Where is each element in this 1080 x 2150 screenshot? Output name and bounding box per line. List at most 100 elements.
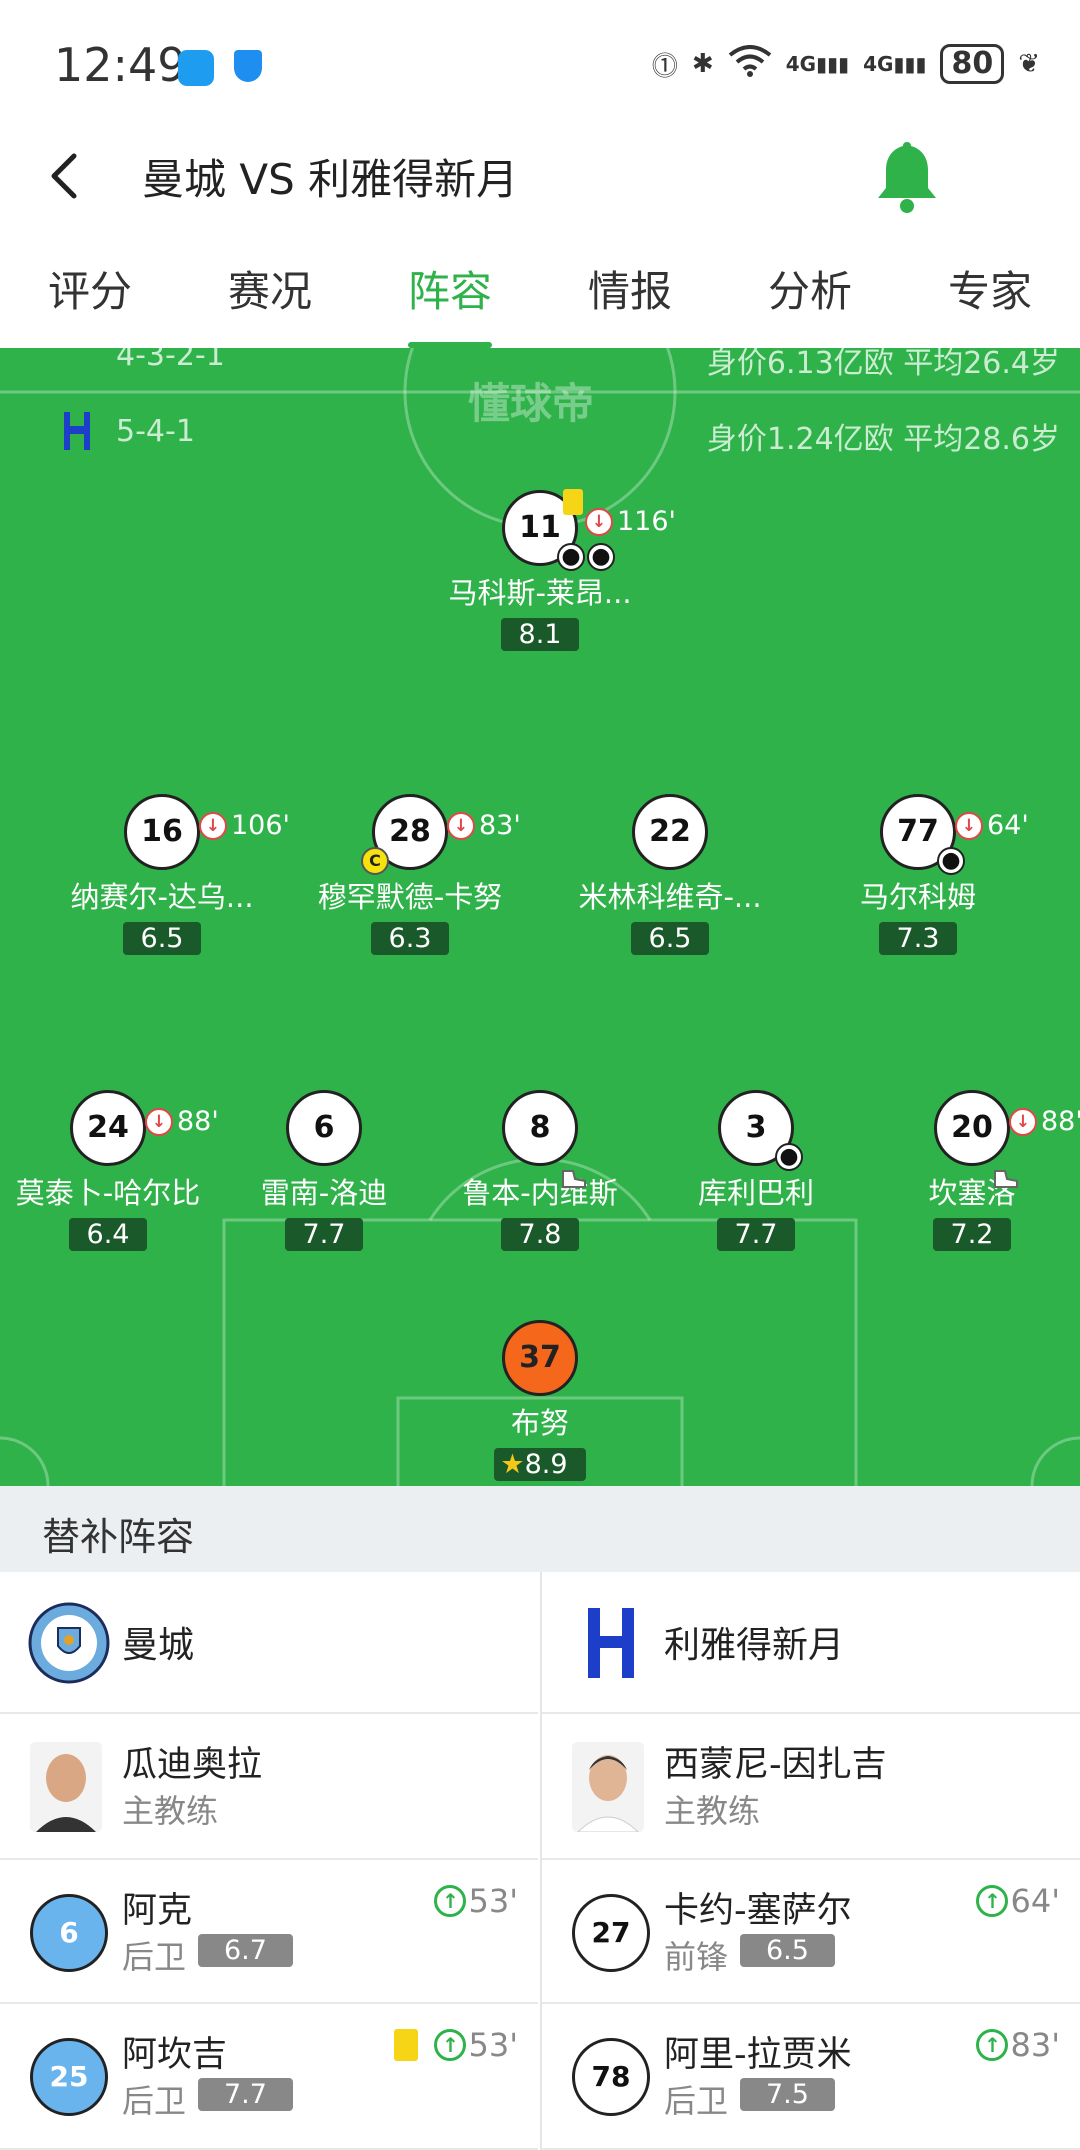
player-number[interactable]: 22 [632,794,708,870]
player-name: 库利巴利 [697,1176,814,1210]
yellow-card-icon [563,489,583,515]
subs-header: 替补阵容 [0,1486,1080,1572]
signal-1-icon: 4G▮▮▮ [785,52,850,76]
player-card[interactable]: 24 ↓ 88' 莫泰卜-哈尔比 6.4 [0,1090,228,1251]
away-subs-column: 利雅得新月 西蒙尼-因扎吉 主教练 27 卡约-塞萨尔 前锋 6.5 ↑ 64' … [540,1572,1080,2150]
coach-row[interactable]: 瓜迪奥拉 主教练 [0,1714,538,1860]
player-rating: 7.7 [716,1218,796,1251]
sub-player-number[interactable]: 6 [30,1894,108,1972]
sub-player-number[interactable]: 27 [572,1894,650,1972]
player-card[interactable]: 11 ↓ 116' ● ● 马科斯-莱昂... 8.1 [420,489,676,651]
sub-player-row[interactable]: 78 阿里-拉贾米 后卫 7.5 ↑ 83' [542,2004,1080,2150]
back-arrow-icon[interactable] [40,146,90,206]
man-city-logo-icon [28,1602,110,1684]
sub-player-rating: 6.7 [198,1934,293,1967]
sub-player-row[interactable]: 27 卡约-塞萨尔 前锋 6.5 ↑ 64' [542,1860,1080,2004]
player-number[interactable]: 6 [286,1090,362,1166]
tab-bar: 评分 赛况 阵容 情报 分析 专家 [0,230,1080,348]
player-card[interactable]: 77 ↓ 64' ● 马尔科姆 7.3 [798,794,1038,955]
team-row[interactable]: 利雅得新月 [542,1572,1080,1714]
player-name: 布努 [510,1406,569,1440]
player-rating: 7.8 [500,1218,580,1251]
player-card[interactable]: 37 布努 ★8.9 [420,1320,660,1481]
player-rating: 6.4 [68,1218,148,1251]
wifi-icon [728,44,772,84]
sub-player-position: 后卫 [122,2082,187,2120]
match-header: 曼城 VS 利雅得新月 [0,120,1080,230]
sub-player-row[interactable]: 6 阿克 后卫 6.7 ↑ 53' [0,1860,538,2004]
tab-live[interactable]: 赛况 [180,230,360,348]
substitution-in-icon: ↑ [434,1885,467,1917]
substitution-in: ↑ 83' [976,2026,1060,2064]
player-rating: 8.1 [500,618,580,651]
subs-list: 曼城 瓜迪奥拉 主教练 6 阿克 后卫 6.7 ↑ 53' 25 阿坎吉 后卫 7… [0,1572,1080,2150]
coach-role: 主教练 [664,1792,761,1830]
coach-avatar [30,1742,102,1832]
substitution-in: ↑ 53' [434,1882,518,1920]
player-number[interactable]: 16 ↓ 106' [124,794,290,870]
player-rating: 7.3 [878,922,958,955]
coach-role: 主教练 [122,1792,219,1830]
player-name: 莫泰卜-哈尔比 [15,1176,201,1210]
bell-icon[interactable] [874,136,940,216]
ball-icon: ● [937,847,965,875]
top-team-value: 身价6.13亿欧 平均26.4岁 [706,348,1060,381]
sub-player-row[interactable]: 25 阿坎吉 后卫 7.7 ↑ 53' [0,2004,538,2150]
status-icons: ⓵ ✱ 4G▮▮▮ 4G▮▮▮ 80 ❦ [652,44,1040,84]
sub-player-rating: 6.5 [740,1934,835,1967]
player-number[interactable]: 77 ↓ 64' ● [880,794,1029,875]
player-card[interactable]: 16 ↓ 106' 纳赛尔-达乌... 6.5 [42,794,290,955]
substitution-out-icon: ↓ 64' [955,791,1029,861]
home-subs-column: 曼城 瓜迪奥拉 主教练 6 阿克 后卫 6.7 ↑ 53' 25 阿坎吉 后卫 7… [0,1572,540,2150]
sub-player-position: 后卫 [122,1938,187,1976]
player-card[interactable]: 20 ↓ 88' 坎塞洛 7.2 [852,1090,1080,1251]
player-name: 马科斯-莱昂... [448,576,632,610]
player-number[interactable]: 8 [502,1090,586,1188]
team-name: 利雅得新月 [664,1625,845,1666]
nfc-icon: ⓵ [651,51,678,82]
battery-icon: 80 [940,44,1005,84]
player-number[interactable]: 11 ↓ 116' ● ● [502,489,676,571]
boot-icon [993,1145,1019,1188]
substitution-out-icon: ↓ 83' [447,791,521,861]
player-card[interactable]: 6 雷南-洛迪 7.7 [204,1090,444,1251]
sub-player-name: 卡约-塞萨尔 [664,1891,852,1931]
sub-player-rating: 7.7 [198,2078,293,2111]
coach-avatar [572,1742,644,1832]
player-number[interactable]: 3 ● [718,1090,803,1171]
player-name: 雷南-洛迪 [260,1176,388,1210]
sub-player-name: 阿克 [122,1891,193,1931]
player-card[interactable]: 28 ↓ 83' C 穆罕默德-卡努 6.3 [290,794,530,955]
player-name: 坎塞洛 [928,1176,1016,1210]
tab-intel[interactable]: 情报 [540,230,720,348]
page-title: 曼城 VS 利雅得新月 [142,155,519,204]
formation: 5-4-1 [116,414,195,449]
player-number[interactable]: 20 ↓ 88' [934,1090,1080,1188]
player-card[interactable]: 8 鲁本-内维斯 7.8 [420,1090,660,1251]
tab-expert[interactable]: 专家 [900,230,1080,348]
tab-rating[interactable]: 评分 [0,230,180,348]
coach-name: 瓜迪奥拉 [122,1745,263,1785]
sub-player-name: 阿坎吉 [122,2035,228,2075]
team-row[interactable]: 曼城 [0,1572,538,1714]
ball-icon: ● [557,543,585,571]
sub-player-number[interactable]: 25 [30,2038,108,2116]
player-number[interactable]: 24 ↓ 88' [70,1090,219,1166]
message-app-icon [178,50,214,86]
tab-analysis[interactable]: 分析 [720,230,900,348]
player-rating: 6.5 [630,922,710,955]
ball-icon: ● [775,1143,803,1171]
sub-player-position: 后卫 [664,2082,729,2120]
player-number[interactable]: 28 ↓ 83' C [361,794,521,875]
player-card[interactable]: 3 ● 库利巴利 7.7 [636,1090,876,1251]
player-card[interactable]: 22 米林科维奇-... 6.5 [550,794,790,955]
yellow-card-icon [394,2029,419,2061]
coach-row[interactable]: 西蒙尼-因扎吉 主教练 [542,1714,1080,1860]
player-name: 鲁本-内维斯 [462,1176,618,1210]
signal-2-icon: 4G▮▮▮ [863,52,927,76]
sub-player-number[interactable]: 78 [572,2038,650,2116]
player-number[interactable]: 37 [502,1320,578,1396]
sub-player-name: 阿里-拉贾米 [664,2035,852,2075]
tab-lineup[interactable]: 阵容 [360,230,540,348]
sub-player-position: 前锋 [664,1938,729,1976]
